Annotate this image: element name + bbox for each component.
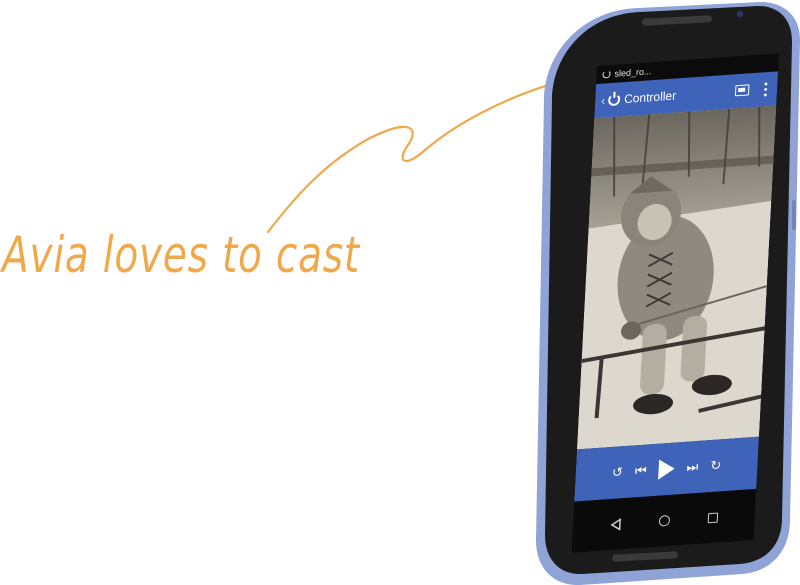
back-icon[interactable]: ‹ [601,93,606,107]
status-text: sled_ro... [614,66,652,79]
vintage-photo-child-on-sled [576,105,777,450]
nav-back-icon[interactable] [609,517,622,531]
power-icon [602,70,611,79]
tagline-text: Avia loves to cast [2,226,360,284]
play-icon[interactable] [658,458,676,480]
nav-home-icon[interactable] [659,514,671,527]
replay-icon[interactable]: ↺ [612,465,624,481]
nav-recents-icon[interactable] [707,512,719,523]
forward-icon[interactable]: ↻ [710,458,722,474]
cast-photo [576,105,777,450]
more-vert-icon[interactable] [763,81,768,98]
skip-previous-icon[interactable]: ⏮ [635,463,647,479]
power-icon [607,93,621,107]
promo-stage: Avia loves to cast sled_ro... ‹ Controll… [0,0,800,585]
skip-next-icon[interactable]: ⏭ [686,459,698,475]
phone-screen: sled_ro... ‹ Controller ↺ ⏮ ⏭ ↻ [571,53,779,553]
cast-icon[interactable] [734,84,750,97]
app-title: Controller [623,88,677,107]
phone-mockup: sled_ro... ‹ Controller ↺ ⏮ ⏭ ↻ [520,0,800,585]
